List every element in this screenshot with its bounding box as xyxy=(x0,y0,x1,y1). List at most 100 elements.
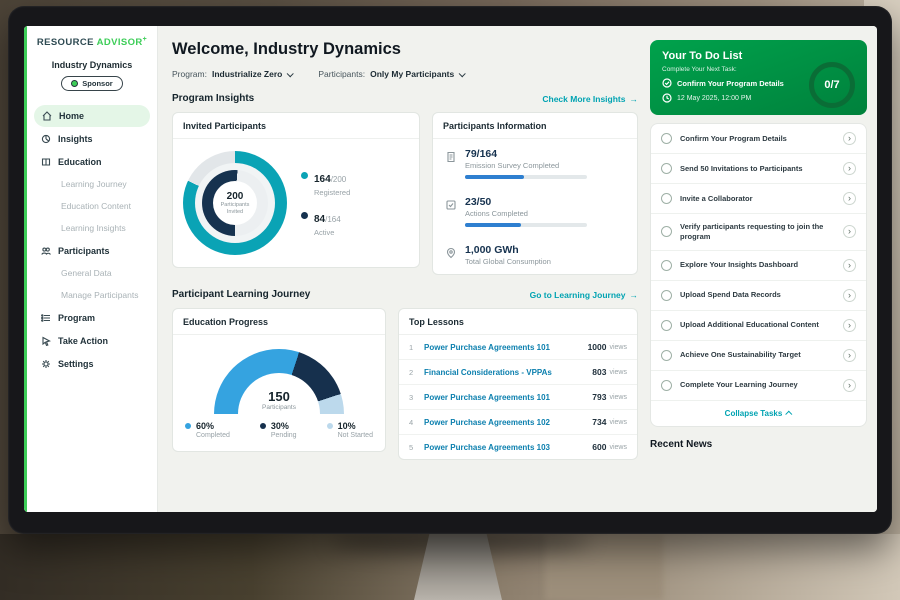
task-row[interactable]: Verify participants requesting to join t… xyxy=(651,213,866,250)
task-checkbox[interactable] xyxy=(661,290,672,301)
sidebar-item-label: Education xyxy=(58,157,102,167)
chevron-right-icon[interactable]: › xyxy=(843,132,856,145)
pending-dot-icon xyxy=(260,423,266,429)
info-row-consumption: 1,000 GWh Total Global Consumption xyxy=(433,235,637,274)
top-lessons-card: Top Lessons 1 Power Purchase Agreements … xyxy=(398,308,638,460)
lesson-link[interactable]: Power Purchase Agreements 103 xyxy=(424,443,592,452)
todo-next-task[interactable]: Confirm Your Program Details xyxy=(662,78,802,88)
task-row[interactable]: Complete Your Learning Journey › xyxy=(651,370,866,400)
registered-label: Registered xyxy=(314,188,350,197)
lesson-row: 1 Power Purchase Agreements 101 1000 vie… xyxy=(399,335,637,359)
lesson-link[interactable]: Power Purchase Agreements 101 xyxy=(424,393,592,402)
registered-dot-icon xyxy=(301,172,308,179)
task-checkbox[interactable] xyxy=(661,163,672,174)
task-checkbox[interactable] xyxy=(661,133,672,144)
chevron-right-icon[interactable]: › xyxy=(843,259,856,272)
emission-progress-track xyxy=(465,175,587,179)
role-badge[interactable]: Sponsor xyxy=(61,76,122,91)
todo-progress-value: 0/7 xyxy=(824,79,839,91)
sidebar-item-take-action[interactable]: Take Action xyxy=(27,329,157,352)
task-row[interactable]: Invite a Collaborator › xyxy=(651,183,866,213)
page-title: Welcome, Industry Dynamics xyxy=(172,40,638,59)
chevron-down-icon[interactable] xyxy=(287,70,294,77)
card-title: Participants Information xyxy=(433,113,637,139)
chevron-right-icon[interactable]: › xyxy=(843,379,856,392)
task-row[interactable]: Upload Spend Data Records › xyxy=(651,280,866,310)
lesson-link[interactable]: Power Purchase Agreements 102 xyxy=(424,418,592,427)
sidebar-item-learning-insights[interactable]: Learning Insights xyxy=(27,217,157,239)
card-title: Education Progress xyxy=(173,309,385,335)
program-label: Program: xyxy=(172,69,207,79)
dashboard-screen: RESOURCE ADVISOR+ Industry Dynamics Spon… xyxy=(24,26,877,512)
lesson-views-label: views xyxy=(609,419,627,426)
location-pin-icon xyxy=(445,246,457,258)
legend-not-started: 10% Not Started xyxy=(327,421,373,439)
sidebar-item-home[interactable]: Home xyxy=(34,105,150,127)
chevron-down-icon[interactable] xyxy=(459,70,466,77)
task-row[interactable]: Send 50 Invitations to Participants › xyxy=(651,153,866,183)
collapse-tasks-link[interactable]: Collapse Tasks xyxy=(651,400,866,426)
task-row[interactable]: Explore Your Insights Dashboard › xyxy=(651,250,866,280)
todo-title: Your To Do List xyxy=(662,50,855,62)
collapse-tasks-label: Collapse Tasks xyxy=(725,409,783,418)
task-checkbox[interactable] xyxy=(661,350,672,361)
card-title: Top Lessons xyxy=(399,309,637,335)
task-checkbox[interactable] xyxy=(661,193,672,204)
sidebar-item-education-content[interactable]: Education Content xyxy=(27,195,157,217)
task-row[interactable]: Upload Additional Educational Content › xyxy=(651,310,866,340)
sidebar-item-label: Education Content xyxy=(61,201,131,211)
task-row[interactable]: Confirm Your Program Details › xyxy=(651,124,866,153)
task-checkbox[interactable] xyxy=(661,320,672,331)
emission-label: Emission Survey Completed xyxy=(465,161,587,170)
sidebar-item-program[interactable]: Program xyxy=(27,306,157,329)
task-label: Invite a Collaborator xyxy=(680,194,835,204)
task-row[interactable]: Achieve One Sustainability Target › xyxy=(651,340,866,370)
todo-due-label: 12 May 2025, 12:00 PM xyxy=(677,95,751,102)
role-badge-wrap: Sponsor xyxy=(27,76,157,91)
todo-next-task-label: Confirm Your Program Details xyxy=(677,79,784,88)
link-label: Go to Learning Journey xyxy=(530,290,626,300)
task-checkbox[interactable] xyxy=(661,226,672,237)
go-to-learning-journey-link[interactable]: Go to Learning Journey → xyxy=(530,290,638,300)
sidebar-item-participants[interactable]: Participants xyxy=(27,239,157,262)
todo-column: Your To Do List Complete Your Next Task:… xyxy=(648,26,876,512)
filters-row: Program: Industrialize Zero Participants… xyxy=(172,69,638,79)
registered-value: 164 xyxy=(314,174,331,185)
task-label: Complete Your Learning Journey xyxy=(680,380,835,390)
chevron-right-icon[interactable]: › xyxy=(843,319,856,332)
program-selector[interactable]: Program: Industrialize Zero xyxy=(172,69,292,79)
participants-value[interactable]: Only My Participants xyxy=(370,69,454,79)
chevron-right-icon[interactable]: › xyxy=(843,349,856,362)
participants-selector[interactable]: Participants: Only My Participants xyxy=(318,69,464,79)
program-value[interactable]: Industrialize Zero xyxy=(212,69,282,79)
chevron-right-icon[interactable]: › xyxy=(843,192,856,205)
completed-dot-icon xyxy=(185,423,191,429)
program-insights-cards: Invited Participants 200 Particip xyxy=(172,112,638,275)
task-list-card: Confirm Your Program Details › Send 50 I… xyxy=(650,123,867,427)
chevron-right-icon[interactable]: › xyxy=(843,289,856,302)
lesson-views: 734 xyxy=(592,417,606,427)
sidebar-item-learning-journey[interactable]: Learning Journey xyxy=(27,173,157,195)
sidebar-item-general-data[interactable]: General Data xyxy=(27,262,157,284)
logo-advisor: ADVISOR xyxy=(97,37,143,48)
registered-total: /200 xyxy=(331,175,347,184)
learning-journey-cards: Education Progress 150 Participants xyxy=(172,308,638,460)
lesson-row: 3 Power Purchase Agreements 101 793 view… xyxy=(399,384,637,409)
sidebar-item-settings[interactable]: Settings xyxy=(27,352,157,375)
content-area: Welcome, Industry Dynamics Program: Indu… xyxy=(158,26,877,512)
sidebar-item-education[interactable]: Education xyxy=(27,150,157,173)
arrow-right-icon: → xyxy=(630,94,639,104)
gauge-center-label: Participants xyxy=(173,404,385,411)
active-dot-icon xyxy=(301,212,308,219)
task-checkbox[interactable] xyxy=(661,260,672,271)
check-more-insights-link[interactable]: Check More Insights → xyxy=(542,94,638,104)
sidebar-item-manage-participants[interactable]: Manage Participants xyxy=(27,284,157,306)
chevron-right-icon[interactable]: › xyxy=(843,225,856,238)
sidebar-item-insights[interactable]: Insights xyxy=(27,127,157,150)
sidebar-nav: Home Insights Education Learning Journey xyxy=(27,105,157,375)
lesson-link[interactable]: Financial Considerations - VPPAs xyxy=(424,368,592,377)
task-checkbox[interactable] xyxy=(661,380,672,391)
chevron-right-icon[interactable]: › xyxy=(843,162,856,175)
participants-information-card: Participants Information 79/164 Emission… xyxy=(432,112,638,275)
lesson-link[interactable]: Power Purchase Agreements 101 xyxy=(424,343,588,352)
